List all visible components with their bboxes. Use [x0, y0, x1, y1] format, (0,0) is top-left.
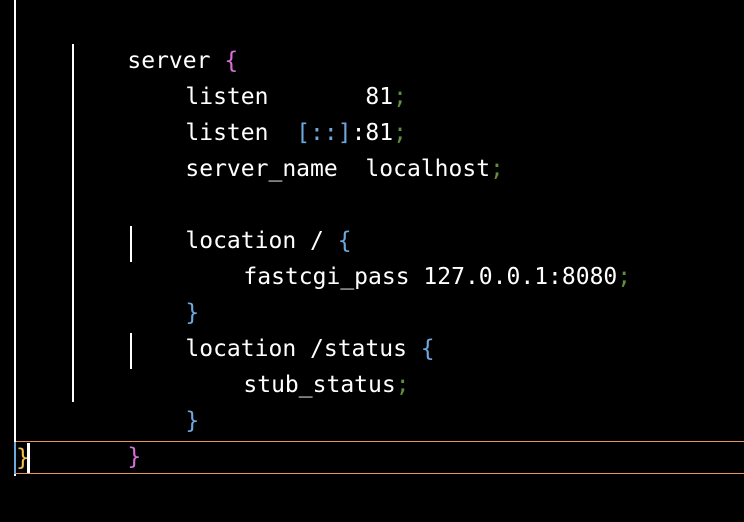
- code-line: server {: [72, 7, 238, 74]
- directive-keyword: stub_status: [243, 372, 396, 398]
- close-brace: }: [185, 408, 200, 434]
- code-line: listen 81;: [130, 43, 407, 110]
- code-line: location /status {: [130, 295, 434, 362]
- directive-value: localhost: [365, 156, 491, 182]
- code-line: }: [130, 367, 199, 434]
- current-line-highlight: [16, 441, 744, 474]
- semicolon: ;: [490, 156, 504, 182]
- code-line: server_name localhost;: [130, 115, 504, 182]
- code-line: }: [72, 403, 141, 470]
- text-cursor[interactable]: [27, 443, 30, 473]
- code-line: fastcgi_pass 127.0.0.1:8080;: [188, 223, 631, 290]
- directive-keyword: server_name: [185, 156, 338, 182]
- code-line: listen [::]:81;: [130, 79, 407, 146]
- semicolon: ;: [617, 264, 632, 290]
- code-editor[interactable]: server { listen 81; listen [::]:81; serv…: [0, 0, 744, 522]
- matched-close-brace: }: [14, 442, 30, 474]
- code-line: location / {: [130, 187, 351, 254]
- code-line: stub_status;: [188, 331, 409, 398]
- directive-value: 127.0.0.1:8080: [423, 264, 618, 290]
- directive-keyword: fastcgi_pass: [243, 264, 410, 290]
- code-line: }: [130, 259, 199, 326]
- open-brace: {: [420, 336, 435, 362]
- editor-gutter-border: [14, 0, 16, 476]
- semicolon: ;: [395, 372, 410, 398]
